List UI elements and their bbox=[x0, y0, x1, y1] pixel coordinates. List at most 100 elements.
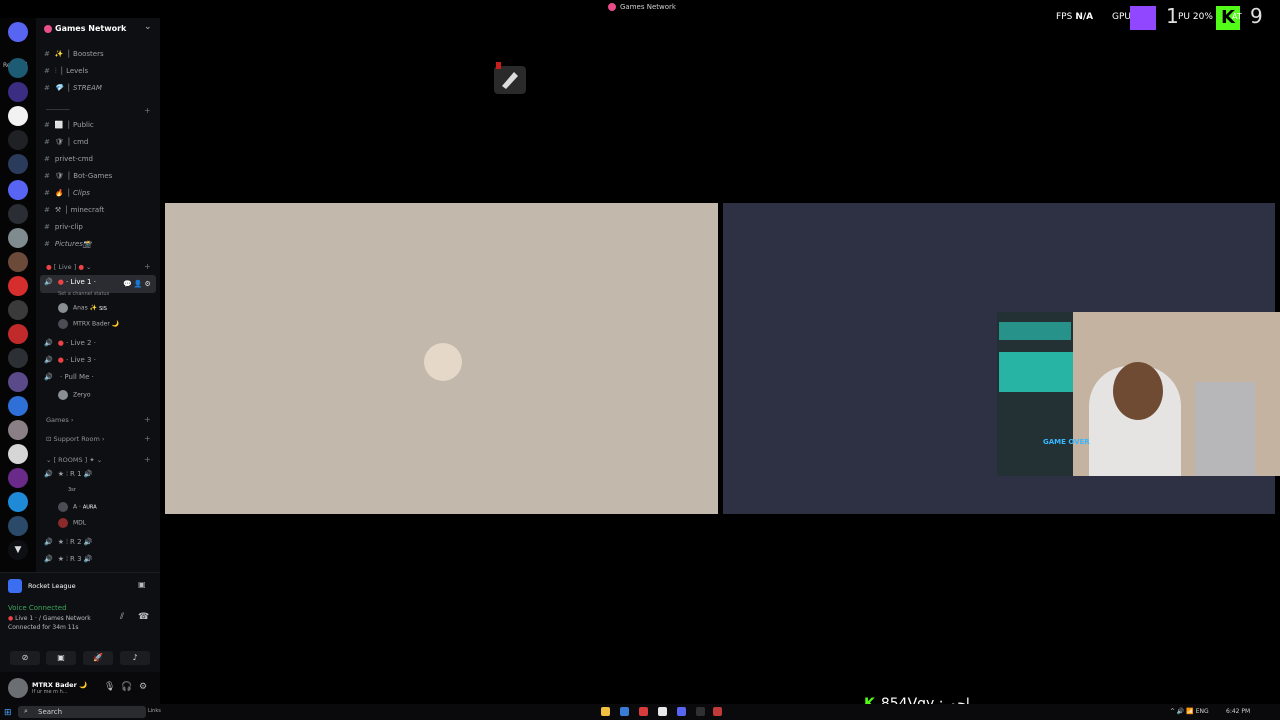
discord-icon[interactable] bbox=[677, 707, 686, 716]
activity-button[interactable]: 🚀 bbox=[83, 651, 113, 665]
support-icon: ⊡ bbox=[46, 435, 52, 443]
taskbar-search[interactable]: Search bbox=[18, 706, 146, 718]
server-icon[interactable] bbox=[8, 348, 28, 368]
voice-user[interactable]: Anas ✨ SIS bbox=[58, 303, 107, 313]
app-icon[interactable] bbox=[620, 707, 629, 716]
server-icon[interactable] bbox=[8, 154, 28, 174]
channel-controls[interactable]: 💬👤⚙ bbox=[123, 280, 153, 288]
server-icon[interactable] bbox=[8, 228, 28, 248]
category-live[interactable]: ● [ Live ] ● ⌄ bbox=[46, 263, 92, 271]
server-icon[interactable] bbox=[8, 444, 28, 464]
speaker-icon: 🔊 bbox=[44, 278, 53, 286]
server-icon[interactable] bbox=[8, 106, 28, 126]
server-icon[interactable] bbox=[8, 130, 28, 150]
links-toolbar[interactable]: Links bbox=[148, 708, 161, 714]
microphone-icon[interactable]: 🎙 bbox=[104, 682, 115, 692]
voice-user[interactable]: MTRX Bader 🌙 bbox=[58, 319, 119, 329]
voice-channel-live-2[interactable]: 🔊 ● · Live 2 · bbox=[44, 339, 96, 347]
activity-panel[interactable]: Rocket League ▣ bbox=[0, 572, 160, 599]
server-icon[interactable] bbox=[8, 58, 28, 78]
window-title: Games Network bbox=[620, 3, 676, 11]
channel-cmd[interactable]: # 🛡 │ cmd bbox=[44, 138, 88, 146]
add-channel-icon[interactable]: + bbox=[144, 106, 151, 115]
server-icon[interactable] bbox=[8, 516, 28, 536]
voice-user[interactable]: Zeryo bbox=[58, 390, 91, 400]
category-divider[interactable]: ────── bbox=[46, 106, 69, 114]
channel-boosters[interactable]: # ✨ │ Boosters bbox=[44, 50, 104, 58]
taskbar-clock[interactable]: 6:42 PM bbox=[1226, 708, 1250, 715]
chevron-down-icon[interactable]: ⌄ bbox=[144, 22, 152, 32]
server-icon[interactable] bbox=[8, 180, 28, 200]
voice-channel-r2[interactable]: 🔊 ★ ⦙ R 2 🔊 bbox=[44, 538, 93, 547]
system-tray[interactable]: ^ 🔊 📶 ENG bbox=[1170, 708, 1209, 715]
voice-channel-r3[interactable]: 🔊 ★ ⦙ R 3 🔊 bbox=[44, 555, 93, 564]
server-icon[interactable] bbox=[8, 396, 28, 416]
add-member-icon: 👤 bbox=[133, 280, 145, 288]
voice-channel-live-3[interactable]: 🔊 ● · Live 3 · bbox=[44, 356, 96, 364]
add-channel-icon[interactable]: + bbox=[144, 455, 151, 464]
server-icon[interactable] bbox=[8, 372, 28, 392]
server-header[interactable]: Games Network bbox=[44, 24, 126, 33]
voice-timer: Connected for 34m 11s bbox=[8, 624, 79, 631]
app-icon[interactable] bbox=[639, 707, 648, 716]
app-icon[interactable] bbox=[713, 707, 722, 716]
voice-channel-live-1[interactable]: 🔊 ● · Live 1 · bbox=[44, 278, 96, 286]
server-folder-chevron-icon[interactable]: ▼ bbox=[8, 540, 28, 560]
channel-sidebar: Games Network ⌄ # ✨ │ Boosters # ⫶ │ Levels … bbox=[36, 18, 160, 572]
voice-channel-pull-me[interactable]: 🔊 · Pull Me · bbox=[44, 373, 94, 381]
noise-suppression-icon[interactable]: ⫽ bbox=[120, 612, 124, 622]
activity-game: Rocket League bbox=[28, 582, 76, 590]
screen-share-button[interactable]: ▣ bbox=[46, 651, 76, 665]
webcam-chair bbox=[1195, 382, 1255, 476]
server-icon[interactable] bbox=[8, 276, 28, 296]
voice-channel-link[interactable]: ● Live 1 · / Games Network bbox=[8, 615, 91, 622]
voice-user[interactable]: 3sr bbox=[68, 487, 76, 493]
channel-clips[interactable]: # 🔥 │ Clips bbox=[44, 189, 90, 197]
chrome-icon[interactable] bbox=[658, 707, 667, 716]
screen-share-icon[interactable]: ▣ bbox=[138, 580, 146, 589]
avatar bbox=[58, 390, 68, 400]
add-channel-icon[interactable]: + bbox=[144, 415, 151, 424]
server-icon[interactable] bbox=[8, 204, 28, 224]
category-support-room[interactable]: ⊡ Support Room › bbox=[46, 435, 104, 443]
discord-logo-icon bbox=[608, 3, 616, 11]
home-icon[interactable] bbox=[8, 22, 28, 42]
cpu-usage: PU 20% bbox=[1178, 12, 1213, 22]
server-icon[interactable] bbox=[8, 420, 28, 440]
gpu-label: GPU bbox=[1112, 12, 1131, 22]
channel-minecraft[interactable]: # ⚒ │ minecraft bbox=[44, 206, 104, 214]
user-panel: MTRX Bader 🌙 If ur me m h... 🎙 🎧 ⚙ bbox=[0, 672, 160, 704]
server-icon[interactable] bbox=[8, 468, 28, 488]
add-channel-icon[interactable]: + bbox=[144, 434, 151, 443]
gear-icon[interactable]: ⚙ bbox=[139, 682, 147, 692]
category-games[interactable]: Games › bbox=[46, 416, 73, 424]
voice-user[interactable]: A · AURA bbox=[58, 502, 97, 512]
server-icon[interactable] bbox=[8, 82, 28, 102]
camera-button[interactable]: ⊘ bbox=[10, 651, 40, 665]
voice-status[interactable]: Voice Connected bbox=[8, 604, 67, 612]
channel-stream[interactable]: # 💎 │ STREAM bbox=[44, 84, 102, 92]
windows-start-icon[interactable]: ⊞ bbox=[4, 708, 12, 718]
voice-user[interactable]: MDL bbox=[58, 518, 86, 528]
headphones-icon[interactable]: 🎧 bbox=[121, 682, 132, 692]
voice-channel-r1[interactable]: 🔊 ★ ⦙ R 1 🔊 bbox=[44, 470, 93, 479]
avatar[interactable] bbox=[8, 678, 28, 698]
channel-levels[interactable]: # ⫶ │ Levels bbox=[44, 67, 88, 76]
channel-status[interactable]: Set a channel status bbox=[58, 291, 109, 297]
category-rooms[interactable]: ⌄ [ ROOMS ] ✦ ⌄ bbox=[46, 456, 102, 464]
server-icon[interactable] bbox=[8, 300, 28, 320]
server-icon[interactable] bbox=[8, 492, 28, 512]
channel-pictures[interactable]: # Pictures📸 bbox=[44, 240, 92, 248]
channel-public[interactable]: # ⬜ │ Public bbox=[44, 121, 94, 129]
soundboard-button[interactable]: ♪ bbox=[120, 651, 150, 665]
channel-privet-cmd[interactable]: # privet-cmd bbox=[44, 155, 93, 163]
file-explorer-icon[interactable] bbox=[601, 707, 610, 716]
disconnect-icon[interactable]: ☎ bbox=[138, 612, 149, 622]
server-icon[interactable] bbox=[8, 252, 28, 272]
add-channel-icon[interactable]: + bbox=[144, 262, 151, 271]
user-name[interactable]: MTRX Bader 🌙 bbox=[32, 681, 87, 689]
server-icon[interactable] bbox=[8, 324, 28, 344]
obs-icon[interactable] bbox=[696, 707, 705, 716]
channel-bot-games[interactable]: # 🛡 │ Bot-Games bbox=[44, 172, 112, 180]
channel-priv-clip[interactable]: # priv-clip bbox=[44, 223, 83, 231]
